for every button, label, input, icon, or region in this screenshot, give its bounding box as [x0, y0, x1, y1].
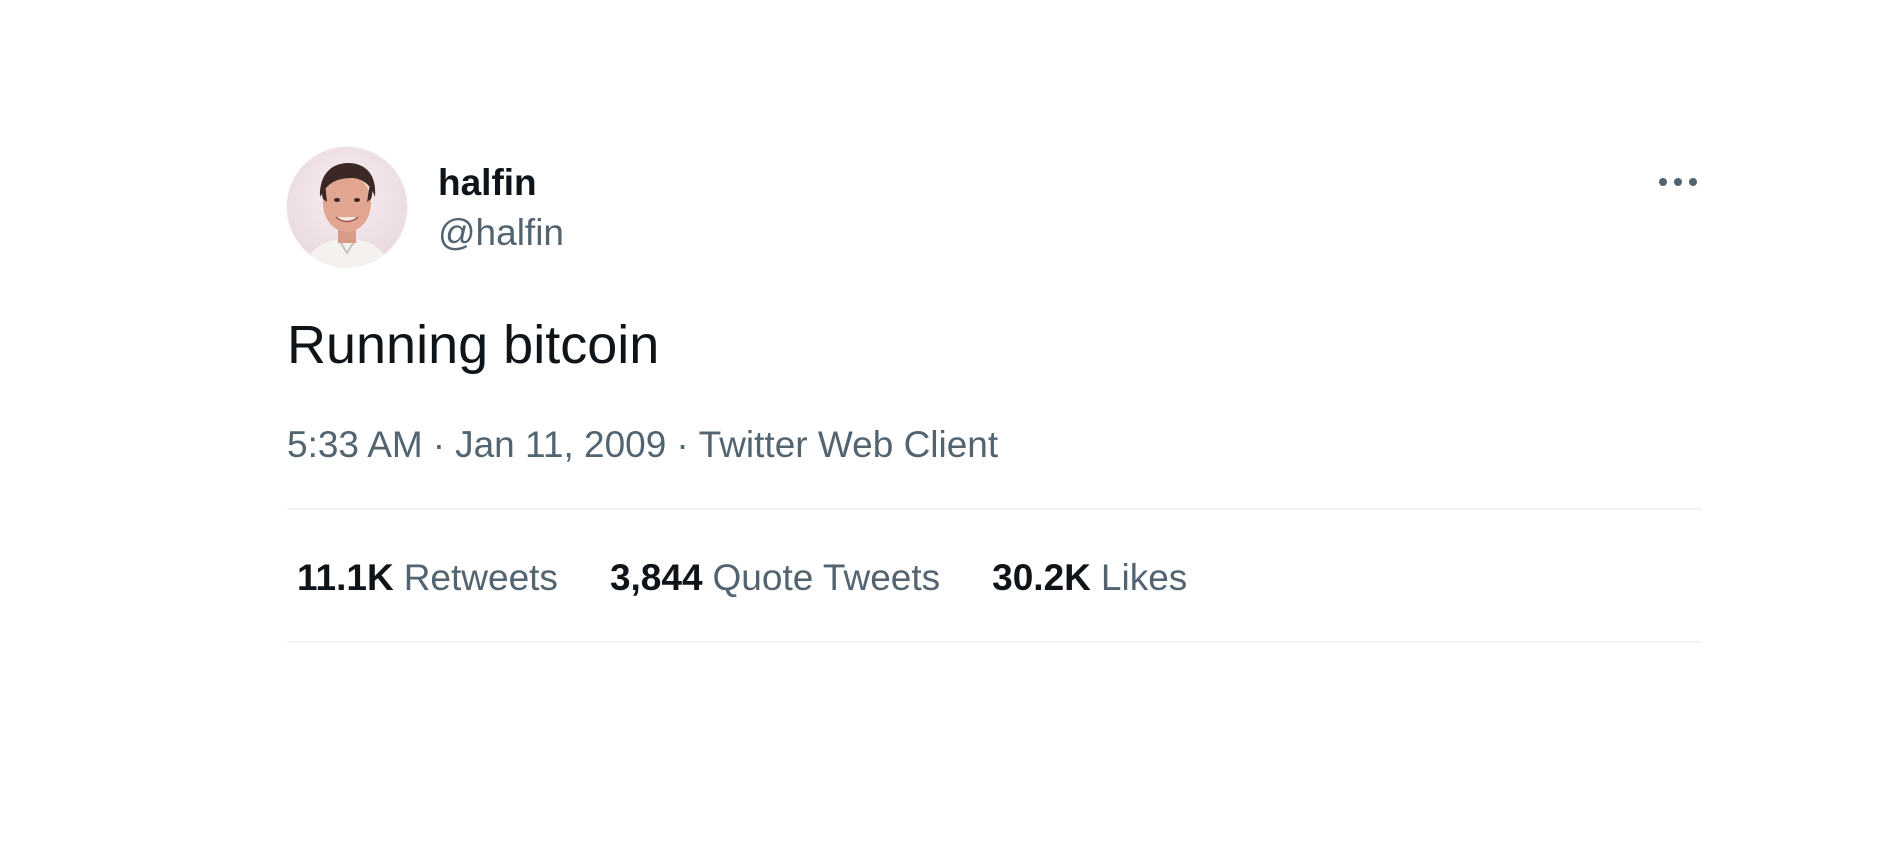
quote-tweets-count: 3,844: [609, 557, 703, 598]
divider: [287, 508, 1702, 510]
display-name[interactable]: halfin: [438, 163, 537, 203]
meta-separator: ·: [676, 424, 689, 465]
tweet-text: Running bitcoin: [287, 315, 660, 375]
meta-separator: ·: [432, 424, 446, 465]
tweet-date[interactable]: Jan 11, 2009: [455, 424, 666, 465]
tweet-source[interactable]: Twitter Web Client: [699, 424, 999, 465]
user-handle[interactable]: @halfin: [438, 213, 564, 253]
profile-photo-icon: [287, 147, 407, 267]
likes-stat[interactable]: 30.2K Likes: [992, 556, 1187, 600]
more-options-button[interactable]: [1646, 162, 1710, 202]
engagement-stats: 11.1K Retweets 3,844 Quote Tweets 30.2K Lik…: [297, 556, 1239, 600]
quote-tweets-label: Quote Tweets: [712, 557, 941, 598]
tweet-meta: 5:33 AM · Jan 11, 2009 · Twitter Web Client: [287, 423, 998, 467]
retweets-stat[interactable]: 11.1K Retweets: [297, 556, 558, 600]
retweets-count: 11.1K: [297, 557, 394, 598]
more-options-icon: [1659, 178, 1697, 186]
likes-count: 30.2K: [992, 557, 1091, 598]
quote-tweets-stat[interactable]: 3,844 Quote Tweets: [610, 556, 940, 600]
avatar[interactable]: [287, 147, 407, 267]
divider: [287, 641, 1702, 643]
retweets-label: Retweets: [403, 557, 558, 598]
tweet-time[interactable]: 5:33 AM: [287, 424, 423, 465]
likes-label: Likes: [1100, 557, 1188, 598]
